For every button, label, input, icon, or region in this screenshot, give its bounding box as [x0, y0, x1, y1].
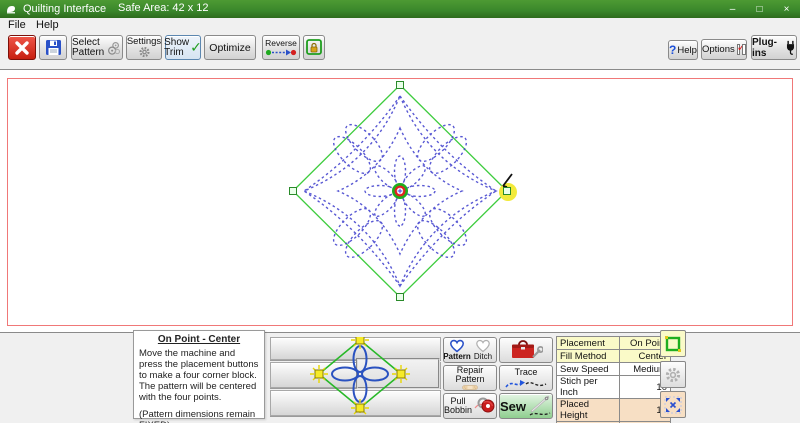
lock-icon: [306, 39, 322, 57]
quilting-interface-window: Quilting Interface Safe Area: 42 x 12 – …: [0, 0, 800, 423]
pattern-spools-icon: [106, 39, 122, 57]
minimize-button[interactable]: –: [719, 0, 746, 18]
handle-top[interactable]: [397, 82, 404, 89]
optimize-label: Optimize: [209, 42, 250, 54]
pull-bobbin-button[interactable]: PullBobbin: [443, 393, 497, 419]
plugins-label: Plug-ins: [752, 37, 783, 59]
help-button[interactable]: ? Help: [668, 40, 698, 60]
check-icon: ✓: [190, 40, 202, 56]
bandage-icon: [453, 385, 487, 390]
table-row-sew-speed: Sew Speed Medium: [557, 363, 671, 376]
stitch-per-inch-label: Stich per Inch: [557, 376, 620, 399]
settings-label: Settings: [127, 37, 161, 46]
help-label: Help: [677, 45, 697, 56]
lock-button[interactable]: [303, 35, 325, 60]
menubar: File Help: [0, 18, 800, 33]
instruction-body: Move the machine and press the placement…: [139, 348, 259, 403]
pull-label-2: Bobbin: [444, 405, 472, 415]
needle-icon: [528, 395, 552, 417]
app-icon: [5, 3, 17, 15]
gear-icon: [664, 366, 682, 384]
pattern-mode-button[interactable]: Pattern: [444, 339, 470, 361]
placement-preview: [270, 337, 441, 420]
settings-button[interactable]: Settings: [126, 35, 162, 60]
close-x-icon: [14, 40, 30, 56]
handle-right[interactable]: [504, 188, 511, 195]
options-checkbox-checked[interactable]: [737, 44, 741, 55]
options-button[interactable]: Options: [701, 39, 747, 60]
heart-ditch-icon: [475, 339, 491, 353]
instruction-note-1: (Pattern dimensions remain FIXED): [139, 409, 259, 423]
question-icon: ?: [669, 43, 676, 57]
show-trim-toggle[interactable]: ShowTrim ✓: [165, 35, 201, 60]
save-button[interactable]: [39, 35, 67, 60]
titlebar: Quilting Interface Safe Area: 42 x 12 – …: [0, 0, 800, 18]
reverse-direction-icon: [265, 48, 297, 57]
handle-left[interactable]: [290, 188, 297, 195]
placed-height-label: Placed Height: [557, 399, 620, 422]
ditch-mode-button[interactable]: Ditch: [470, 339, 496, 361]
preview-diagram: [270, 337, 441, 420]
table-row-fill-method: Fill Method Center: [557, 350, 671, 363]
gear-icon: [138, 46, 151, 58]
fill-method-label: Fill Method: [557, 350, 620, 363]
trace-button[interactable]: Trace: [499, 365, 553, 391]
handle-bottom[interactable]: [397, 294, 404, 301]
table-row-stitch-per-inch: Stich per Inch 10: [557, 376, 671, 399]
toolbox-button[interactable]: [499, 337, 553, 363]
menu-file[interactable]: File: [8, 19, 26, 31]
repair-label-2: Pattern: [455, 374, 484, 384]
select-pattern-button[interactable]: SelectPattern: [71, 35, 123, 60]
preview-flower: [332, 346, 388, 402]
save-disk-icon: [45, 39, 62, 56]
toolbox-icon: [509, 339, 543, 361]
maximize-button[interactable]: □: [746, 0, 773, 18]
placement-label: Placement: [557, 337, 620, 350]
placement-options-button[interactable]: [660, 330, 686, 357]
reverse-button[interactable]: Reverse: [262, 35, 300, 60]
resize-arrows-icon: [664, 396, 682, 414]
bobbin-icon: [474, 396, 496, 416]
ditch-label: Ditch: [474, 353, 492, 361]
settings-table: Placement On Point Fill Method Center Se…: [556, 336, 671, 423]
exit-button[interactable]: [8, 35, 36, 60]
select-pattern-label-2: Pattern: [72, 47, 104, 58]
window-title: Quilting Interface: [23, 3, 106, 15]
optimize-button[interactable]: Optimize: [204, 35, 256, 60]
menu-help[interactable]: Help: [36, 19, 59, 31]
placement-square-icon: [664, 335, 682, 353]
pattern-ditch-button: Pattern Ditch: [443, 337, 497, 363]
center-marker[interactable]: [392, 183, 408, 199]
trace-path-icon: [504, 378, 548, 390]
safe-area-label: Safe Area: 42 x 12: [118, 2, 209, 14]
pattern-layer: [0, 70, 800, 334]
plugins-button[interactable]: Plug-ins: [751, 35, 797, 60]
options-checkbox-empty[interactable]: [742, 44, 746, 55]
instruction-box: On Point - Center Move the machine and p…: [133, 330, 265, 419]
resize-pattern-button[interactable]: [660, 391, 686, 418]
toolbar: SelectPattern Settings ShowTrim ✓ Optimi…: [0, 33, 800, 69]
repair-pattern-button[interactable]: RepairPattern: [443, 365, 497, 391]
sew-settings-button[interactable]: [660, 361, 686, 388]
action-buttons: Pattern Ditch RepairPattern Trace PullBo…: [443, 337, 554, 421]
table-row-placement: Placement On Point: [557, 337, 671, 350]
show-trim-label-2: Trim: [164, 47, 184, 58]
plug-icon: [785, 38, 796, 58]
sew-label: Sew: [500, 399, 526, 414]
trace-label: Trace: [515, 367, 538, 377]
pattern-label: Pattern: [443, 353, 471, 361]
quilt-canvas[interactable]: [0, 69, 800, 333]
options-label: Options: [702, 44, 735, 55]
sew-speed-label: Sew Speed: [557, 363, 620, 376]
table-row-placed-height: Placed Height 10: [557, 399, 671, 422]
heart-pattern-icon: [449, 339, 465, 353]
instruction-title: On Point - Center: [139, 334, 259, 345]
reverse-label: Reverse: [265, 39, 297, 48]
close-button[interactable]: ×: [773, 0, 800, 18]
sew-button[interactable]: Sew: [499, 393, 553, 419]
